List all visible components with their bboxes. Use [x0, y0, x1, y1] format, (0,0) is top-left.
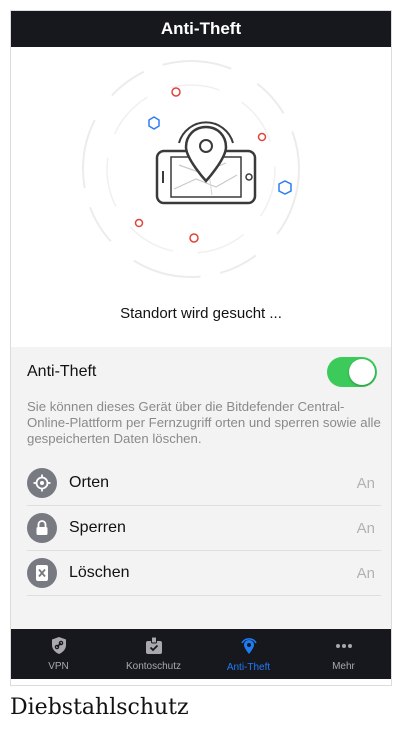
account-protection-icon	[145, 636, 163, 658]
tab-label: Mehr	[332, 661, 355, 672]
tab-account-protection[interactable]: Kontoschutz	[106, 629, 201, 679]
more-dots-icon	[334, 636, 354, 658]
location-pin-icon	[239, 636, 259, 659]
bottom-tab-bar: VPN Kontoschutz Anti-Theft Mehr	[11, 629, 391, 679]
image-caption: Diebstahlschutz	[10, 695, 189, 720]
anti-theft-label: Anti-Theft	[27, 363, 97, 380]
lock-icon	[27, 513, 57, 543]
tab-label: VPN	[48, 661, 69, 672]
locating-illustration: Standort wird gesucht ...	[11, 47, 391, 347]
blue-hex-right	[278, 180, 292, 195]
feature-row-lock[interactable]: Sperren An	[27, 506, 381, 551]
feature-label: Löschen	[69, 564, 130, 581]
radar-illustration	[82, 60, 300, 278]
page-title: Anti-Theft	[160, 19, 242, 38]
red-dot-left	[134, 218, 144, 228]
tab-more[interactable]: Mehr	[296, 629, 391, 679]
feature-status: An	[356, 474, 375, 492]
pin-center	[199, 139, 213, 153]
wipe-icon	[27, 558, 57, 588]
red-dot-bottom	[189, 233, 199, 243]
tab-anti-theft[interactable]: Anti-Theft	[201, 629, 296, 679]
vpn-shield-icon	[51, 636, 67, 658]
tab-vpn[interactable]: VPN	[11, 629, 106, 679]
anti-theft-toggle[interactable]	[327, 357, 377, 387]
header-bar: Anti-Theft	[11, 11, 391, 47]
settings-panel: Anti-Theft Sie können dieses Gerät über …	[11, 347, 391, 629]
anti-theft-toggle-row: Anti-Theft	[27, 357, 377, 387]
anti-theft-description: Sie können dieses Gerät über die Bitdefe…	[27, 399, 381, 446]
feature-row-wipe[interactable]: Löschen An	[27, 551, 381, 596]
feature-label: Sperren	[69, 519, 126, 536]
feature-status: An	[356, 564, 375, 582]
app-screen: Anti-Theft Standort wird gesucht ... Ant…	[10, 10, 392, 686]
tab-label: Anti-Theft	[226, 661, 271, 673]
blue-hex-left	[148, 116, 160, 130]
feature-row-locate[interactable]: Orten An	[27, 461, 381, 506]
red-dot-right	[257, 132, 267, 142]
tab-label: Kontoschutz	[125, 661, 182, 672]
red-dot-top	[171, 87, 181, 97]
feature-status: An	[356, 519, 375, 537]
feature-label: Orten	[69, 474, 110, 491]
locate-icon	[27, 468, 57, 498]
locating-status: Standort wird gesucht ...	[120, 305, 282, 322]
